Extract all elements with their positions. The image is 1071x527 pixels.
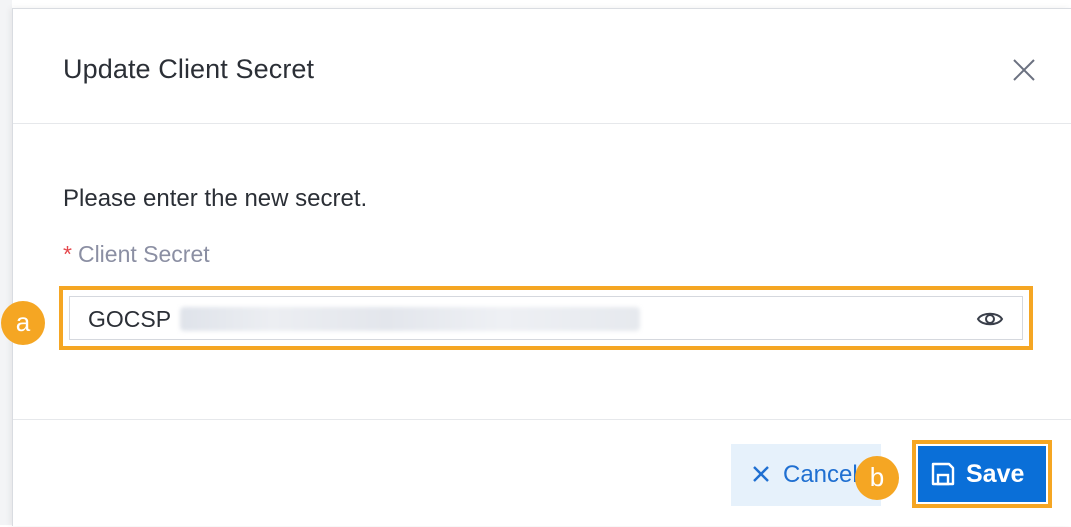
cancel-button-label: Cancel xyxy=(783,461,858,488)
dialog-header: Update Client Secret xyxy=(13,9,1071,124)
toggle-visibility-button[interactable] xyxy=(976,306,1004,332)
client-secret-input[interactable]: GOCSP xyxy=(69,296,1023,340)
required-mark: * xyxy=(63,241,72,267)
eye-icon xyxy=(976,312,1004,326)
close-icon xyxy=(1013,59,1035,81)
client-secret-label-text: Client Secret xyxy=(77,241,210,267)
annotation-marker-b: b xyxy=(855,456,899,500)
save-button-label: Save xyxy=(966,460,1025,488)
annotation-marker-a: a xyxy=(1,301,45,345)
client-secret-value-obscured xyxy=(180,307,640,331)
update-client-secret-dialog: Update Client Secret Please enter the ne… xyxy=(1,8,1071,527)
client-secret-value-prefix: GOCSP xyxy=(88,306,172,332)
page-backdrop xyxy=(0,0,12,525)
save-button[interactable]: Save xyxy=(918,446,1046,502)
dialog-footer: Cancel Save b xyxy=(13,419,1071,527)
instruction-text: Please enter the new secret. xyxy=(63,185,368,212)
client-secret-label: * Client Secret xyxy=(63,239,210,269)
floppy-disk-icon xyxy=(931,462,955,486)
dialog-title: Update Client Secret xyxy=(63,54,315,84)
x-icon xyxy=(753,466,769,482)
dialog-body: Please enter the new secret. * Client Sec… xyxy=(1,124,1071,419)
close-button[interactable] xyxy=(1007,53,1041,87)
